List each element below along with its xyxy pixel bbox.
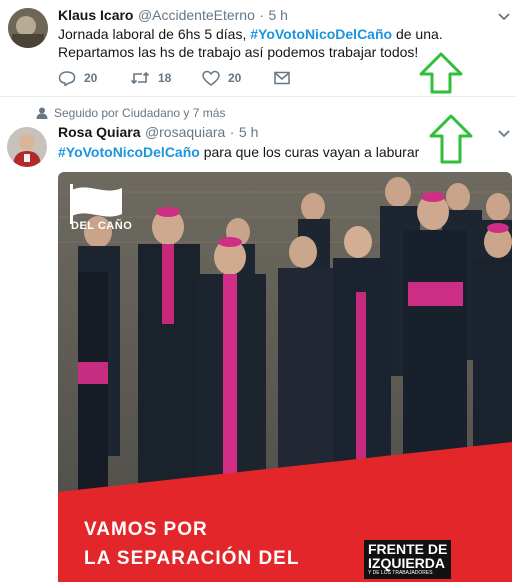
avatar-image <box>7 127 47 167</box>
tweet-text-part: para que los curas vayan a laburar <box>199 144 420 160</box>
heart-icon <box>202 70 220 86</box>
avatar[interactable] <box>7 127 47 167</box>
reply-count: 20 <box>84 71 98 85</box>
hashtag-link[interactable]: #YoVotoNicoDelCaño <box>58 144 200 160</box>
tweet-divider <box>0 96 515 97</box>
direct-message-button[interactable] <box>274 71 290 85</box>
envelope-icon <box>274 71 290 85</box>
tweet-media-image[interactable]: DEL CAÑO VAMOS POR LA SEPARACIÓN DEL FRE… <box>58 172 512 582</box>
tweet-text: #YoVotoNicoDelCaño para que los curas va… <box>58 143 510 161</box>
person-icon <box>36 107 48 119</box>
user-handle[interactable]: @AccidenteEterno <box>138 7 255 23</box>
annotation-arrow-up-icon <box>419 52 463 94</box>
user-handle[interactable]: @rosaquiara <box>145 124 225 140</box>
banner-line-2: LA SEPARACIÓN DEL <box>84 548 300 569</box>
like-button[interactable]: 20 <box>202 70 274 86</box>
brand-line-2: IZQUIERDA <box>368 555 445 571</box>
chevron-down-icon[interactable] <box>497 9 511 23</box>
separator-dot: · <box>259 7 265 23</box>
display-name[interactable]: Klaus Icaro <box>58 7 133 23</box>
banner-line-1: VAMOS POR <box>84 519 208 540</box>
separator-dot: · <box>229 124 235 140</box>
brand-logo: FRENTE DE IZQUIERDA Y DE LOS TRABAJADORE… <box>364 540 452 579</box>
avatar[interactable] <box>8 8 48 48</box>
tweet-text-part: Jornada laboral de 6hs 5 días, <box>58 26 251 42</box>
retweet-icon <box>130 71 150 85</box>
hashtag-link[interactable]: #YoVotoNicoDelCaño <box>250 26 392 42</box>
brand-line-1: FRENTE DE <box>368 541 448 557</box>
timestamp[interactable]: 5 h <box>268 7 287 23</box>
chevron-down-icon[interactable] <box>497 126 511 140</box>
reply-icon <box>58 71 76 86</box>
avatar-image <box>8 8 48 48</box>
display-name[interactable]: Rosa Quiara <box>58 124 140 140</box>
reply-button[interactable]: 20 <box>58 70 130 86</box>
like-count: 20 <box>228 71 242 85</box>
social-context-text: Seguido por Ciudadano y 7 más <box>54 106 226 120</box>
retweet-button[interactable]: 18 <box>130 70 202 86</box>
timestamp[interactable]: 5 h <box>239 124 258 140</box>
retweet-count: 18 <box>158 71 172 85</box>
social-context[interactable]: Seguido por Ciudadano y 7 más <box>36 106 225 120</box>
brand-line-3: Y DE LOS TRABAJADORES <box>368 570 433 576</box>
tweet-actions: 20 18 20 <box>58 70 290 86</box>
logo-text: DEL CAÑO <box>71 220 133 232</box>
